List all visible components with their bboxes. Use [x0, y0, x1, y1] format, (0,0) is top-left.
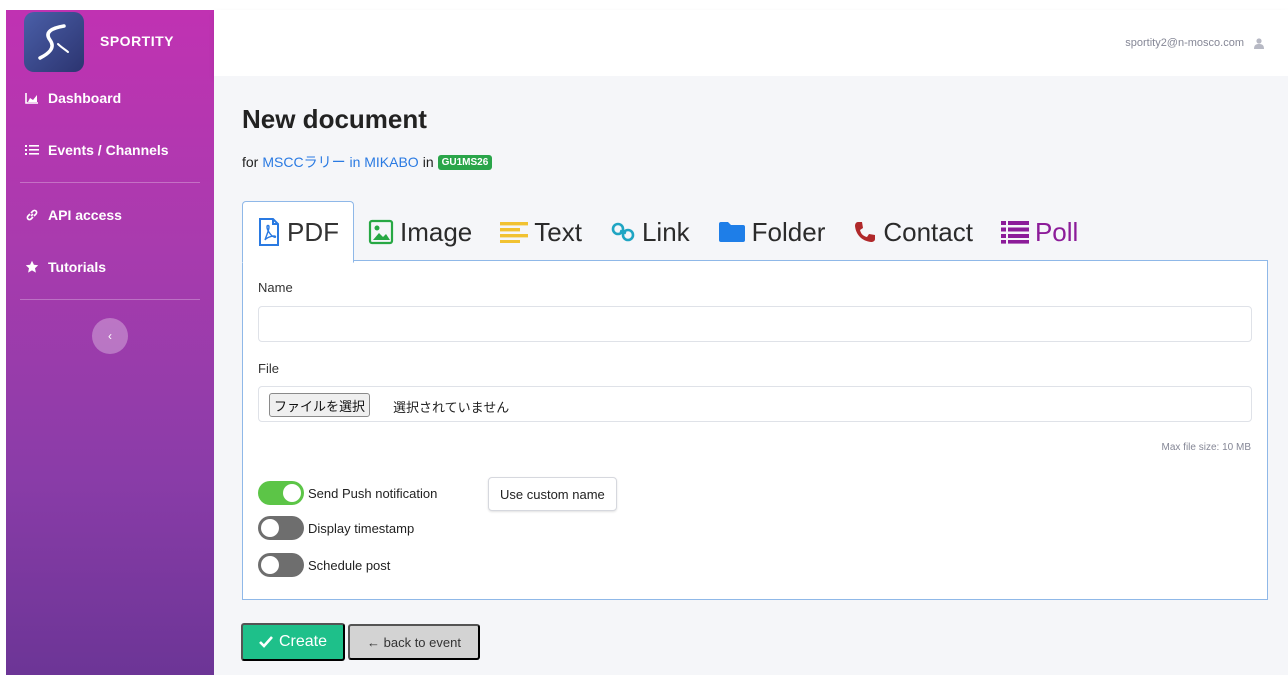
phone-icon: [853, 220, 877, 244]
sidebar-item-label: Dashboard: [48, 90, 122, 106]
tab-label: PDF: [287, 216, 339, 247]
tab-label: Image: [400, 216, 473, 247]
create-button[interactable]: Create: [241, 623, 345, 661]
page-subtitle: for MSCCラリー in MIKABO in GU1MS26: [242, 152, 493, 172]
back-to-event-button[interactable]: ← back to event: [348, 624, 480, 660]
sidebar-item-label: Events / Channels: [48, 142, 169, 158]
image-icon: [368, 219, 394, 245]
sidebar-item-label: Tutorials: [48, 259, 107, 275]
sidebar-nav: Dashboard Events / Channels: [6, 72, 214, 176]
sidebar-collapse-button[interactable]: ‹: [92, 318, 128, 354]
check-icon: [259, 636, 273, 648]
file-status: 選択されていません: [393, 400, 510, 415]
push-notification-toggle[interactable]: [258, 481, 304, 505]
name-label: Name: [258, 280, 293, 295]
schedule-post-toggle-row: Schedule post: [258, 553, 390, 577]
poll-list-icon: [1000, 220, 1029, 244]
folder-icon: [718, 221, 746, 243]
sidebar-divider: [20, 299, 200, 300]
tab-image[interactable]: Image: [354, 202, 486, 262]
tab-poll[interactable]: Poll: [987, 202, 1092, 262]
event-link[interactable]: MSCCラリー in MIKABO: [262, 152, 418, 172]
list-icon: [24, 144, 40, 156]
sidebar-item-api-access[interactable]: API access: [6, 189, 214, 241]
link-icon: [24, 208, 40, 222]
toggle-label: Send Push notification: [308, 485, 438, 501]
tab-folder[interactable]: Folder: [704, 202, 840, 262]
subtitle-in: in: [422, 154, 434, 170]
toggle-knob: [261, 519, 279, 537]
schedule-post-toggle[interactable]: [258, 553, 304, 577]
choose-file-button[interactable]: ファイルを選択: [269, 393, 371, 417]
sidebar-item-events[interactable]: Events / Channels: [6, 124, 214, 176]
page-title: New document: [242, 104, 427, 134]
tab-label: Folder: [751, 216, 826, 247]
document-type-tabs: PDF Image Text Link Folder Contact Poll: [242, 200, 1092, 263]
tab-label: Contact: [883, 216, 973, 247]
toggle-knob: [261, 556, 279, 574]
app-root: SPORTITY Dashboard Events / Channels API…: [0, 0, 1288, 675]
brand[interactable]: SPORTITY: [6, 10, 214, 72]
file-label: File: [258, 361, 279, 376]
use-custom-name-button[interactable]: Use custom name: [488, 477, 617, 511]
link-icon: [610, 219, 636, 245]
chart-area-icon: [24, 92, 40, 104]
toggle-knob: [283, 484, 301, 502]
star-icon: [24, 260, 40, 274]
user-email[interactable]: sportity2@n-mosco.com: [1125, 37, 1244, 49]
pdf-form-panel: Name File ファイルを選択 選択されていません Max file siz…: [242, 260, 1268, 600]
file-input[interactable]: ファイルを選択 選択されていません: [258, 386, 1252, 422]
user-icon[interactable]: [1254, 37, 1264, 49]
subtitle-prefix: for: [242, 154, 259, 170]
push-notification-toggle-row: Send Push notification: [258, 481, 437, 505]
tab-label: Link: [641, 216, 690, 247]
sidebar-item-label: API access: [48, 207, 122, 223]
max-file-size: Max file size: 10 MB: [1161, 442, 1251, 453]
sidebar-nav-secondary: API access Tutorials: [6, 189, 214, 293]
align-left-icon: [500, 221, 529, 243]
file-pdf-icon: [257, 218, 281, 246]
tab-pdf[interactable]: PDF: [242, 201, 354, 263]
tab-link[interactable]: Link: [596, 202, 704, 262]
display-timestamp-toggle[interactable]: [258, 516, 304, 540]
sidebar-item-tutorials[interactable]: Tutorials: [6, 241, 214, 293]
sidebar-divider: [20, 182, 200, 183]
tab-label: Text: [534, 216, 582, 247]
event-code-badge: GU1MS26: [437, 154, 493, 170]
sportity-logo: [24, 12, 84, 72]
main-content: New document for MSCCラリー in MIKABO in GU…: [214, 76, 1288, 675]
display-timestamp-toggle-row: Display timestamp: [258, 516, 414, 540]
sidebar: SPORTITY Dashboard Events / Channels API…: [6, 10, 214, 675]
sidebar-item-dashboard[interactable]: Dashboard: [6, 72, 214, 124]
toggle-label: Schedule post: [308, 557, 391, 573]
create-button-label: Create: [278, 633, 328, 650]
topbar: sportity2@n-mosco.com: [214, 10, 1288, 76]
toggle-label: Display timestamp: [308, 520, 415, 536]
tab-label: Poll: [1034, 216, 1079, 247]
tab-text[interactable]: Text: [486, 202, 596, 262]
brand-name: SPORTITY: [100, 33, 175, 49]
tab-contact[interactable]: Contact: [839, 202, 987, 262]
name-input[interactable]: [258, 306, 1252, 342]
